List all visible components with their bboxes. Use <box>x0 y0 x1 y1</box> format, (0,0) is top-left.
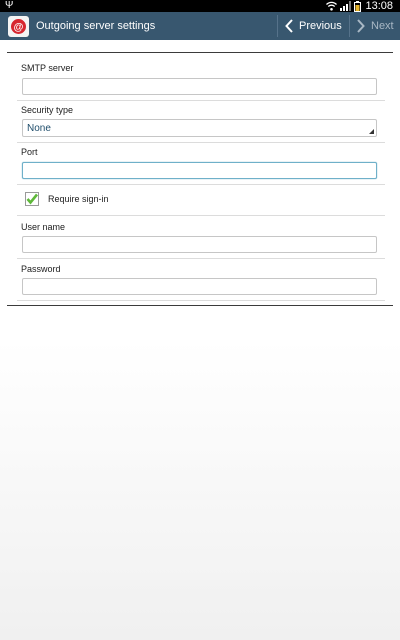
battery-icon <box>354 0 362 12</box>
action-bar: @ Outgoing server settings Previous Next <box>0 12 400 40</box>
usb-icon: Ψ <box>5 0 14 11</box>
require-signin-label: Require sign-in <box>48 194 109 204</box>
previous-button-label: Previous <box>299 20 342 32</box>
next-button-label: Next <box>371 20 394 32</box>
divider <box>17 142 385 143</box>
security-type-label: Security type <box>21 105 74 115</box>
divider <box>349 15 350 37</box>
password-input[interactable] <box>22 278 377 295</box>
checkmark-icon <box>25 192 39 206</box>
signal-icon <box>340 1 352 11</box>
status-icons: 13:08 <box>326 0 393 12</box>
email-app-icon: @ <box>8 16 29 37</box>
svg-text:@: @ <box>14 22 24 33</box>
port-input[interactable] <box>22 162 377 179</box>
divider <box>17 215 385 216</box>
bottom-divider <box>7 305 393 306</box>
require-signin-checkbox[interactable] <box>25 192 39 206</box>
chevron-right-icon <box>357 19 365 33</box>
page-title: Outgoing server settings <box>36 20 156 32</box>
clock-time: 13:08 <box>365 0 393 12</box>
divider <box>17 184 385 185</box>
security-type-value: None <box>27 123 51 134</box>
wifi-icon <box>326 1 338 11</box>
port-label: Port <box>21 147 38 157</box>
divider <box>17 300 385 301</box>
previous-button[interactable]: Previous <box>285 12 342 40</box>
security-type-select[interactable]: None <box>22 119 377 137</box>
user-name-input[interactable] <box>22 236 377 253</box>
smtp-server-label: SMTP server <box>21 63 74 73</box>
chevron-left-icon <box>285 19 293 33</box>
divider <box>17 258 385 259</box>
dropdown-arrow-icon <box>369 129 374 134</box>
status-bar: Ψ 13:08 <box>0 0 400 12</box>
user-name-label: User name <box>21 222 66 232</box>
password-label: Password <box>21 264 61 274</box>
next-button[interactable]: Next <box>357 12 394 40</box>
divider <box>17 100 385 101</box>
top-divider <box>7 52 393 53</box>
smtp-server-input[interactable] <box>22 78 377 95</box>
settings-form: SMTP server Security type None Port Requ… <box>0 40 400 640</box>
divider <box>277 15 278 37</box>
